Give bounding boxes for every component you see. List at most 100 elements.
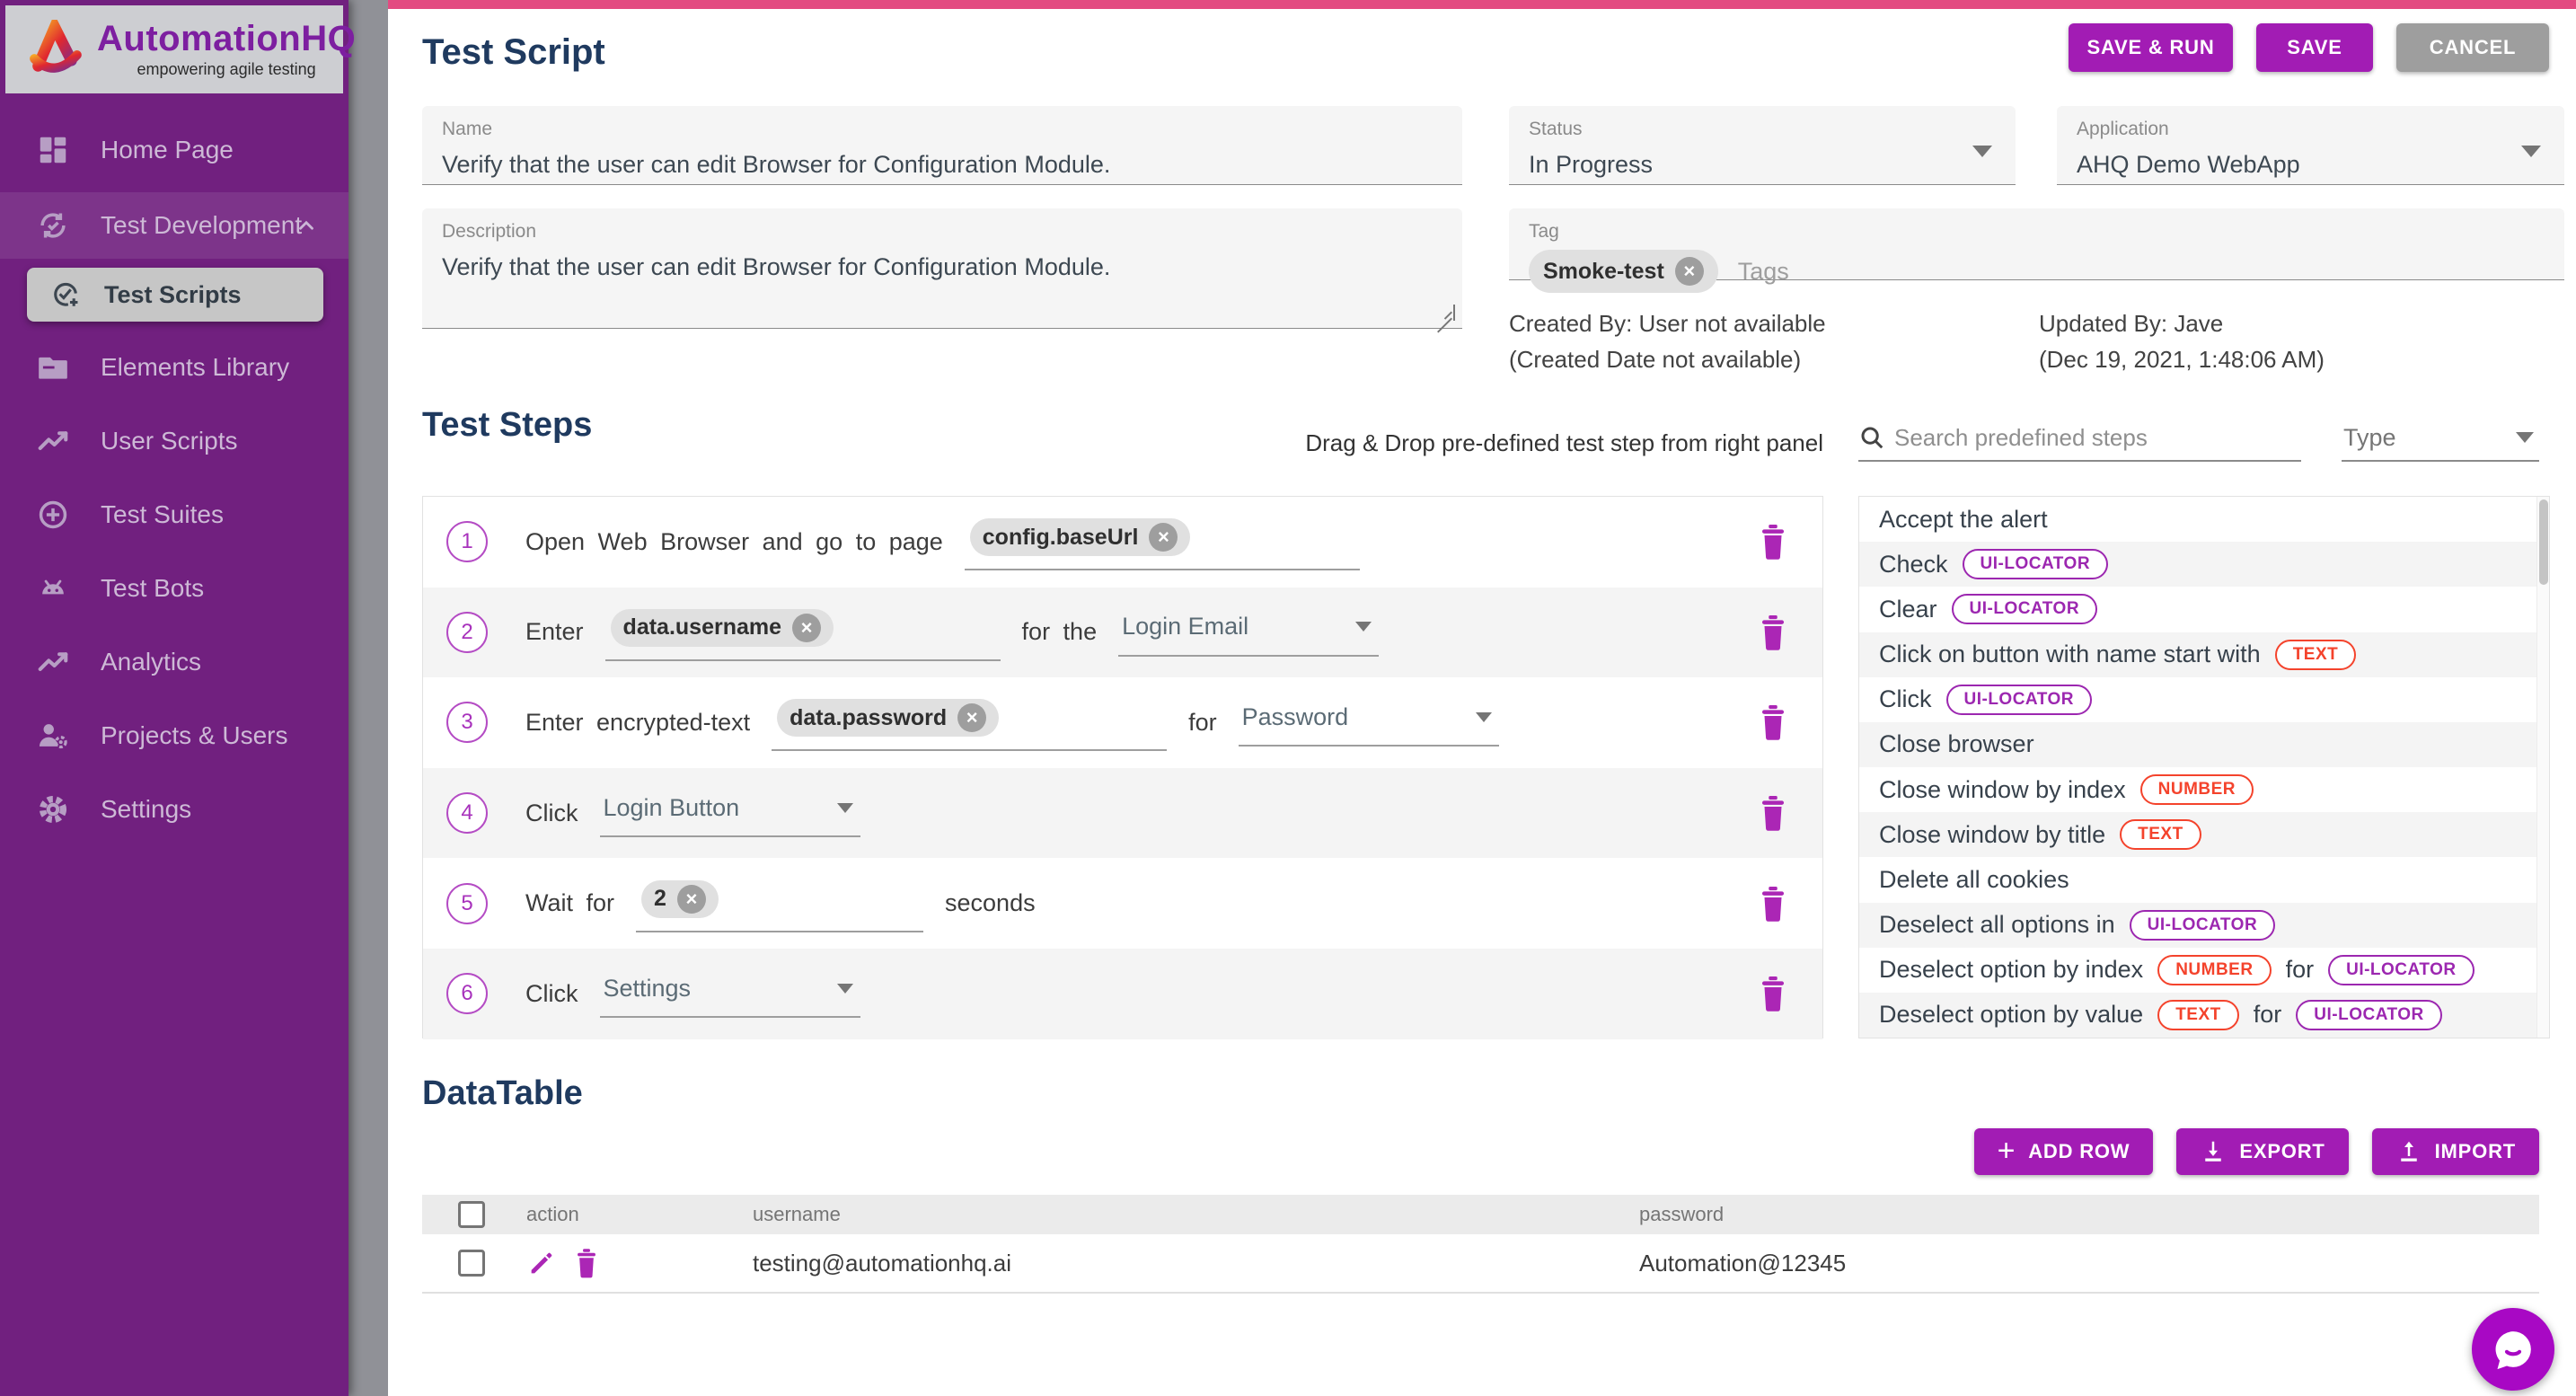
sidebar-item-test-bots[interactable]: Test Bots [0, 552, 348, 625]
gear-icon [36, 792, 70, 826]
test-step-row[interactable]: 5Wait for2×seconds [423, 858, 1822, 949]
search-icon [1858, 424, 1885, 451]
predefined-step-item[interactable]: Close window by indexNUMBER [1859, 767, 2536, 812]
step-param-field[interactable]: data.password× [772, 694, 1167, 751]
sidebar: AutomationHQ empowering agile testing Ho… [0, 0, 348, 1396]
textarea-resize-handle[interactable] [1439, 305, 1455, 321]
test-step-row[interactable]: 1Open Web Browser and go to pageconfig.b… [423, 497, 1822, 588]
select-all-checkbox[interactable] [458, 1201, 485, 1228]
trend-icon [36, 645, 70, 679]
save-button[interactable]: SAVE [2256, 23, 2373, 72]
row-checkbox[interactable] [458, 1250, 485, 1277]
close-icon[interactable]: × [1675, 257, 1704, 286]
application-value: AHQ Demo WebApp [2077, 151, 2545, 179]
type-filter-select[interactable]: Type [2342, 415, 2539, 462]
description-field[interactable]: Description Verify that the user can edi… [422, 208, 1462, 329]
predefined-step-item[interactable]: Close window by titleTEXT [1859, 812, 2536, 857]
step-element-select[interactable]: Password [1239, 698, 1499, 747]
predefined-step-item[interactable]: CheckUI-LOCATOR [1859, 542, 2536, 587]
sidebar-item-test-scripts[interactable]: Test Scripts [27, 268, 323, 322]
close-icon[interactable]: × [792, 614, 821, 642]
edit-icon[interactable] [526, 1248, 557, 1278]
step-text: Click [525, 980, 578, 1008]
step-element-select[interactable]: Settings [600, 969, 860, 1018]
predefined-step-item[interactable]: ClearUI-LOCATOR [1859, 587, 2536, 632]
test-step-row[interactable]: 4ClickLogin Button [423, 768, 1822, 859]
description-value: Verify that the user can edit Browser fo… [442, 253, 1442, 281]
close-icon[interactable]: × [1149, 523, 1178, 552]
add-row-button[interactable]: + ADD ROW [1974, 1128, 2154, 1175]
predefined-step-item[interactable]: Delete all cookies [1859, 857, 2536, 902]
sidebar-item-label: Home Page [101, 136, 234, 164]
step-element-select[interactable]: Login Email [1118, 608, 1379, 657]
predefined-step-item[interactable]: Accept the alert [1859, 497, 2536, 542]
sidebar-item-user-scripts[interactable]: User Scripts [0, 404, 348, 478]
sidebar-item-label: Settings [101, 795, 191, 824]
sidebar-item-test-suites[interactable]: Test Suites [0, 478, 348, 552]
search-input[interactable] [1894, 424, 2301, 452]
status-select[interactable]: Status In Progress [1509, 106, 2016, 185]
save-and-run-button[interactable]: SAVE & RUN [2069, 23, 2233, 72]
datatable-header-row: actionusernamepassword [422, 1195, 2539, 1234]
chevron-down-icon [837, 803, 853, 813]
delete-step-button[interactable] [1756, 885, 1790, 923]
delete-step-button[interactable] [1756, 794, 1790, 832]
sidebar-item-test-development[interactable]: Test Development [0, 192, 348, 259]
sidebar-item-label: Test Scripts [104, 281, 242, 309]
sidebar-item-elements-library[interactable]: Elements Library [0, 331, 348, 404]
created-by-line1: Created By: User not available [1509, 305, 1826, 341]
step-element-value: Login Button [604, 794, 740, 822]
test-step-row[interactable]: 3Enter encrypted-textdata.password×forPa… [423, 677, 1822, 768]
app-logo[interactable]: AutomationHQ empowering agile testing [5, 5, 343, 93]
close-icon[interactable]: × [677, 885, 706, 914]
delete-step-button[interactable] [1756, 614, 1790, 651]
row-checkbox-cell [422, 1250, 494, 1277]
delete-step-button[interactable] [1756, 703, 1790, 741]
sidebar-item-settings[interactable]: Settings [0, 773, 348, 846]
test-step-row[interactable]: 6ClickSettings [423, 949, 1822, 1039]
step-param-field[interactable]: 2× [636, 875, 923, 932]
predefined-step-item[interactable]: ClickUI-LOCATOR [1859, 677, 2536, 722]
import-button[interactable]: IMPORT [2372, 1128, 2539, 1175]
cancel-button[interactable]: CANCEL [2396, 23, 2549, 72]
sidebar-item-home-page[interactable]: Home Page [0, 113, 348, 187]
step-param-field[interactable]: data.username × [605, 604, 1001, 661]
updated-by-line2: (Dec 19, 2021, 1:48:06 AM) [2039, 341, 2325, 377]
step-text: Click [525, 800, 578, 827]
scrollbar-thumb[interactable] [2539, 499, 2548, 585]
predefined-step-item[interactable]: Deselect option by indexNUMBERforUI-LOCA… [1859, 948, 2536, 993]
param-chip-label: data.username [623, 614, 781, 641]
predefined-step-item[interactable]: Deselect all options inUI-LOCATOR [1859, 903, 2536, 948]
chat-widget-button[interactable] [2472, 1308, 2554, 1391]
step-param-field[interactable]: config.baseUrl × [965, 513, 1360, 570]
sidebar-item-projects-users[interactable]: Projects & Users [0, 699, 348, 773]
export-button[interactable]: EXPORT [2176, 1128, 2348, 1175]
close-icon[interactable]: × [957, 703, 986, 732]
predefined-step-item[interactable]: Deselect option by valueTEXTforUI-LOCATO… [1859, 993, 2536, 1038]
delete-step-button[interactable] [1756, 523, 1790, 561]
scrollbar[interactable] [2536, 497, 2549, 1038]
test-step-row[interactable]: 2Enterdata.username×for theLogin Email [423, 588, 1822, 678]
created-by-info: Created By: User not available (Created … [1509, 305, 1826, 378]
top-accent-bar [388, 0, 2576, 9]
updated-by-info: Updated By: Jave (Dec 19, 2021, 1:48:06 … [2039, 305, 2325, 378]
predefined-step-text: Close window by title [1879, 821, 2105, 849]
sidebar-item-analytics[interactable]: Analytics [0, 625, 348, 699]
chat-bubble-icon [2488, 1324, 2538, 1374]
tag-field[interactable]: Tag Smoke-test × Tags [1509, 208, 2564, 280]
predefined-step-text: for [2254, 1001, 2282, 1029]
delete-step-button[interactable] [1756, 975, 1790, 1012]
export-label: EXPORT [2239, 1140, 2325, 1163]
trash-icon[interactable] [571, 1248, 602, 1278]
step-element-select[interactable]: Login Button [600, 789, 860, 837]
predefined-steps-search[interactable] [1858, 415, 2301, 462]
test-steps-panel: 1Open Web Browser and go to pageconfig.b… [422, 496, 1823, 1038]
param-chip-label: config.baseUrl [983, 525, 1139, 551]
predefined-step-item[interactable]: Click on button with name start withTEXT [1859, 632, 2536, 677]
predefined-step-item[interactable]: Close browser [1859, 722, 2536, 767]
name-field[interactable]: Name Verify that the user can edit Brows… [422, 106, 1462, 185]
application-select[interactable]: Application AHQ Demo WebApp [2057, 106, 2564, 185]
step-number: 2 [446, 612, 488, 653]
folder-icon [36, 350, 70, 384]
datatable-title: DataTable [422, 1074, 583, 1113]
